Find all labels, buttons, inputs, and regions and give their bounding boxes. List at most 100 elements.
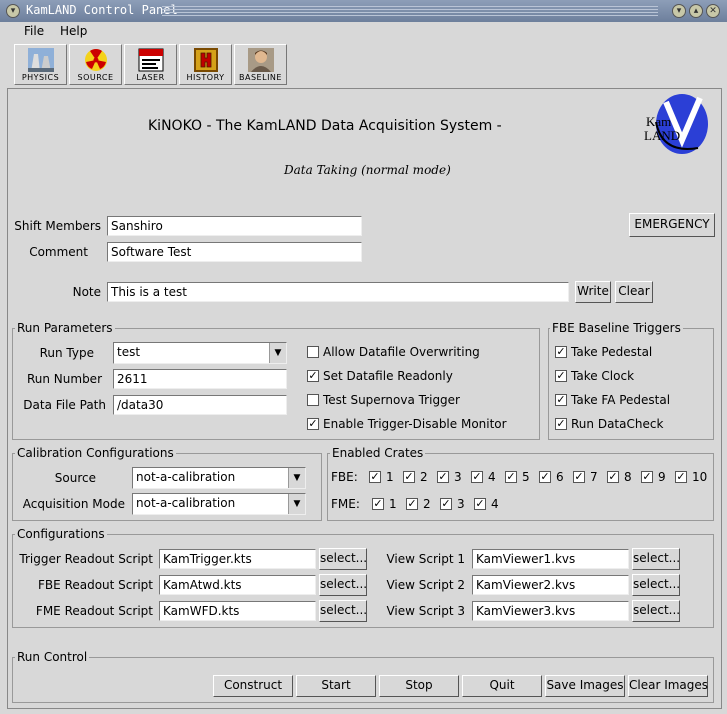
checkbox-checked[interactable]: ✓: [471, 471, 483, 483]
checkbox[interactable]: [307, 346, 319, 358]
fbe-crate-number[interactable]: 10: [692, 470, 707, 484]
fbe-option-label[interactable]: Run DataCheck: [571, 417, 663, 431]
shift-members-field[interactable]: Sanshiro: [107, 216, 362, 236]
fbe-crate-number[interactable]: 3: [454, 470, 462, 484]
script-field[interactable]: KamAtwd.kts: [159, 575, 316, 595]
construct-button[interactable]: Construct: [213, 675, 293, 697]
checkbox-checked[interactable]: ✓: [641, 471, 653, 483]
checkbox-checked[interactable]: ✓: [505, 471, 517, 483]
checkbox-checked[interactable]: ✓: [372, 498, 384, 510]
view-script-field[interactable]: KamViewer1.kvs: [472, 549, 629, 569]
run-option-label[interactable]: Set Datafile Readonly: [323, 369, 453, 383]
close-icon[interactable]: ✕: [706, 4, 720, 18]
fme-crate-number[interactable]: 4: [491, 497, 499, 511]
checkbox-checked[interactable]: ✓: [607, 471, 619, 483]
checkbox-checked[interactable]: ✓: [406, 498, 418, 510]
checkbox-checked[interactable]: ✓: [555, 370, 567, 382]
fbe-crate-number[interactable]: 6: [556, 470, 564, 484]
source-select[interactable]: not-a-calibration ▼: [132, 467, 306, 489]
enabled-crates-title: Enabled Crates: [330, 446, 426, 460]
fme-crate-number[interactable]: 3: [457, 497, 465, 511]
checkbox-checked[interactable]: ✓: [369, 471, 381, 483]
select-button[interactable]: select...: [632, 600, 680, 622]
fbe-option-label[interactable]: Take Clock: [571, 369, 634, 383]
laser-button[interactable]: LASER: [124, 44, 177, 85]
chevron-down-icon[interactable]: ▼: [269, 343, 286, 363]
run-number-field[interactable]: 2611: [113, 369, 287, 389]
stop-button[interactable]: Stop: [379, 675, 459, 697]
select-button[interactable]: select...: [632, 548, 680, 570]
checkbox-checked[interactable]: ✓: [437, 471, 449, 483]
view-script-label: View Script 3: [386, 604, 465, 618]
checkbox-checked[interactable]: ✓: [539, 471, 551, 483]
run-option-label[interactable]: Test Supernova Trigger: [323, 393, 460, 407]
script-label: Trigger Readout Script: [19, 552, 153, 566]
fbe-baseline-triggers-title: FBE Baseline Triggers: [550, 321, 683, 335]
fbe-crate-number[interactable]: 5: [522, 470, 530, 484]
checkbox-checked[interactable]: ✓: [555, 394, 567, 406]
script-field[interactable]: KamTrigger.kts: [159, 549, 316, 569]
fbe-option-label[interactable]: Take Pedestal: [571, 345, 652, 359]
comment-field[interactable]: Software Test: [107, 242, 362, 262]
checkbox-checked[interactable]: ✓: [555, 418, 567, 430]
save-images-button[interactable]: Save Images: [545, 675, 625, 697]
fbe-crate-number[interactable]: 8: [624, 470, 632, 484]
view-script-label: View Script 1: [386, 552, 465, 566]
fbe-crate-number[interactable]: 2: [420, 470, 428, 484]
data-file-path-field[interactable]: /data30: [113, 395, 287, 415]
fbe-option-label[interactable]: Take FA Pedestal: [571, 393, 670, 407]
start-button[interactable]: Start: [296, 675, 376, 697]
checkbox-checked[interactable]: ✓: [555, 346, 567, 358]
physics-button[interactable]: PHYSICS: [14, 44, 67, 85]
clear-button[interactable]: Clear: [615, 281, 653, 303]
toolbar-label: SOURCE: [77, 73, 114, 82]
run-option-label[interactable]: Allow Datafile Overwriting: [323, 345, 480, 359]
baseline-button[interactable]: BASELINE: [234, 44, 287, 85]
maximize-icon[interactable]: ▴: [689, 4, 703, 18]
write-button[interactable]: Write: [575, 281, 611, 303]
quit-button[interactable]: Quit: [462, 675, 542, 697]
source-value: not-a-calibration: [136, 470, 236, 484]
checkbox-checked[interactable]: ✓: [675, 471, 687, 483]
checkbox-checked[interactable]: ✓: [474, 498, 486, 510]
window-title: KamLAND Control Panel: [26, 3, 178, 17]
checkbox-checked[interactable]: ✓: [307, 370, 319, 382]
select-button[interactable]: select...: [632, 574, 680, 596]
fbe-crate-number[interactable]: 7: [590, 470, 598, 484]
menu-file[interactable]: File: [24, 24, 44, 38]
select-button[interactable]: select...: [319, 548, 367, 570]
select-button[interactable]: select...: [319, 574, 367, 596]
run-type-select[interactable]: test ▼: [113, 342, 287, 364]
fbe-crate-number[interactable]: 1: [386, 470, 394, 484]
chevron-down-icon[interactable]: ▼: [288, 494, 305, 514]
radiation-icon: [85, 49, 107, 71]
script-label: FME Readout Script: [35, 604, 153, 618]
fme-crate-number[interactable]: 2: [423, 497, 431, 511]
history-button[interactable]: HISTORY: [179, 44, 232, 85]
acquisition-mode-label: Acquisition Mode: [22, 497, 125, 511]
run-option-label[interactable]: Enable Trigger-Disable Monitor: [323, 417, 507, 431]
clear-images-button[interactable]: Clear Images: [628, 675, 708, 697]
fbe-crate-number[interactable]: 9: [658, 470, 666, 484]
title-bar[interactable]: ▾ KamLAND Control Panel ▾ ▴ ✕: [0, 0, 727, 22]
checkbox-checked[interactable]: ✓: [403, 471, 415, 483]
emergency-button[interactable]: EMERGENCY: [629, 213, 715, 237]
acquisition-mode-select[interactable]: not-a-calibration ▼: [132, 493, 306, 515]
window-menu-icon[interactable]: ▾: [6, 4, 20, 18]
view-script-field[interactable]: KamViewer2.kvs: [472, 575, 629, 595]
checkbox-checked[interactable]: ✓: [440, 498, 452, 510]
select-button[interactable]: select...: [319, 600, 367, 622]
menu-help[interactable]: Help: [60, 24, 87, 38]
minimize-icon[interactable]: ▾: [672, 4, 686, 18]
view-script-field[interactable]: KamViewer3.kvs: [472, 601, 629, 621]
script-field[interactable]: KamWFD.kts: [159, 601, 316, 621]
note-field[interactable]: This is a test: [107, 282, 569, 302]
comment-label: Comment: [29, 245, 88, 259]
source-button[interactable]: SOURCE: [69, 44, 122, 85]
chevron-down-icon[interactable]: ▼: [288, 468, 305, 488]
checkbox[interactable]: [307, 394, 319, 406]
checkbox-checked[interactable]: ✓: [573, 471, 585, 483]
fbe-crate-number[interactable]: 4: [488, 470, 496, 484]
fme-crate-number[interactable]: 1: [389, 497, 397, 511]
checkbox-checked[interactable]: ✓: [307, 418, 319, 430]
